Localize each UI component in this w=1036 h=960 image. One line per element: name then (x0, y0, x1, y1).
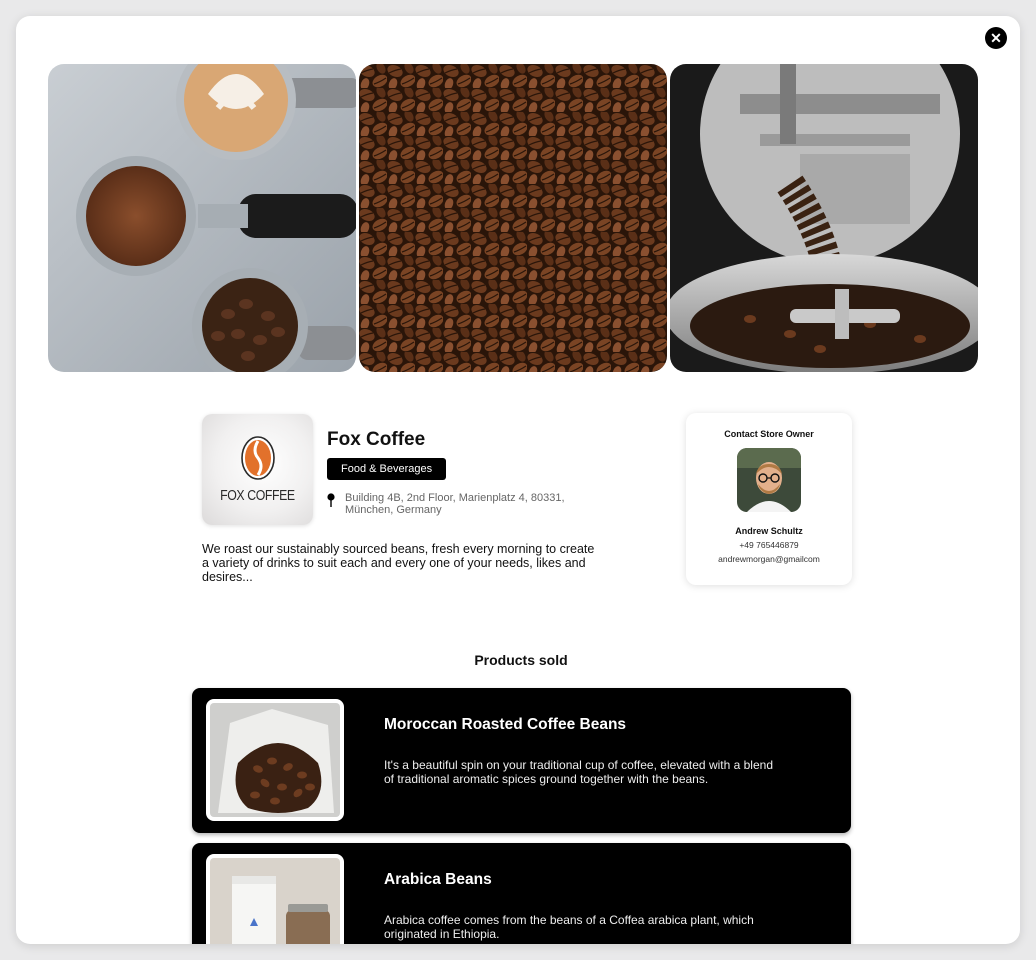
store-address: Building 4B, 2nd Floor, Marienplatz 4, 8… (327, 492, 585, 516)
location-pin-icon (327, 493, 335, 507)
product-description: It's a beautiful spin on your traditiona… (384, 758, 773, 786)
product-card[interactable]: Arabica Beans Arabica coffee comes from … (192, 843, 851, 944)
gallery-photo-roaster[interactable] (670, 64, 978, 372)
product-description: Arabica coffee comes from the beans of a… (384, 913, 754, 941)
contact-email[interactable]: andrewmorgan@gmailcom (686, 554, 852, 564)
store-description: We roast our sustainably sourced beans, … (202, 542, 595, 584)
gallery-photo-portafilters[interactable] (48, 64, 356, 372)
product-card[interactable]: Moroccan Roasted Coffee Beans It's a bea… (192, 688, 851, 833)
product-title: Arabica Beans (384, 871, 492, 888)
gallery-photo-beans[interactable] (359, 64, 667, 372)
products-section-title: Products sold (474, 652, 568, 668)
store-logo: FOX COFFEE (202, 414, 313, 525)
avatar (737, 448, 801, 512)
store-name: Fox Coffee (327, 429, 426, 450)
contact-name: Andrew Schultz (735, 526, 803, 536)
coffee-bean-logo-icon (240, 436, 275, 480)
store-details-modal: ✕ FOX COFFEE Fox Coffee Food & Beverages… (16, 16, 1020, 944)
category-badge[interactable]: Food & Beverages (327, 458, 447, 480)
contact-phone[interactable]: +49 765446879 (686, 540, 852, 550)
contact-title: Contact Store Owner (724, 429, 814, 439)
product-image (206, 854, 344, 944)
contact-card: Contact Store Owner Andrew Schultz +49 7… (686, 413, 852, 585)
product-title: Moroccan Roasted Coffee Beans (384, 716, 627, 733)
product-image (206, 699, 344, 821)
close-button[interactable]: ✕ (985, 27, 1007, 49)
photo-gallery (48, 64, 978, 372)
address-text: Building 4B, 2nd Floor, Marienplatz 4, 8… (345, 492, 565, 516)
logo-wordmark: FOX COFFEE (220, 487, 295, 504)
